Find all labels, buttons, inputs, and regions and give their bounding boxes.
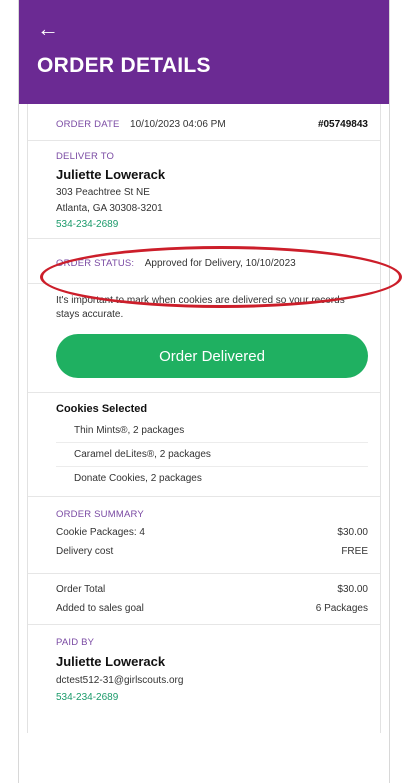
delivery-notice-text: It's important to mark when cookies are … [56,295,345,320]
summary-row-label: Delivery cost [56,546,114,557]
order-summary-section: ORDER SUMMARY Cookie Packages: 4 $30.00 … [56,497,368,573]
paid-by-section: PAID BY Juliette Lowerack dctest512-31@g… [56,625,368,733]
summary-row-label: Cookie Packages: 4 [56,527,145,538]
payer-email[interactable]: dctest512-31@girlscouts.org [56,675,368,686]
order-total-section: Order Total $30.00 Added to sales goal 6… [56,574,368,624]
page-title: ORDER DETAILS [37,54,211,77]
deliver-to-label: DELIVER TO [56,151,115,162]
app-header: ← ORDER DETAILS [19,0,389,104]
payer-name: Juliette Lowerack [56,654,166,669]
delivery-notice: It's important to mark when cookies are … [56,284,368,328]
phone-screen: ← ORDER DETAILS ORDER DATE 10/10/2023 04… [18,0,390,783]
order-total-row: Order Total $30.00 [56,584,368,595]
order-total-label: Order Total [56,584,106,595]
order-status-value: Approved for Delivery, 10/10/2023 [144,258,296,269]
recipient-name: Juliette Lowerack [56,167,166,182]
order-number: #05749843 [317,119,368,130]
order-date-label: ORDER DATE [56,119,120,130]
order-details-card: ORDER DATE 10/10/2023 04:06 PM #05749843… [27,104,381,733]
order-date-group: ORDER DATE 10/10/2023 04:06 PM [56,114,226,132]
summary-row: Cookie Packages: 4 $30.00 [56,527,368,538]
summary-row: Delivery cost FREE [56,546,368,557]
order-date-row: ORDER DATE 10/10/2023 04:06 PM #05749843 [56,104,368,140]
order-status-label: ORDER STATUS: [56,258,135,269]
recipient-phone-link[interactable]: 534-234-2689 [56,219,368,230]
cookies-selected-section: Cookies Selected Thin Mints®, 2 packages… [56,393,368,496]
order-date-value: 10/10/2023 04:06 PM [130,119,226,130]
cookies-selected-heading: Cookies Selected [56,403,148,415]
address-line-2: Atlanta, GA 30308-3201 [56,203,163,214]
action-area: Order Delivered [56,328,368,392]
sales-goal-value: 6 Packages [315,603,368,614]
summary-row-value: FREE [341,546,368,557]
address-line-1: 303 Peachtree St NE [56,187,150,198]
sales-goal-label: Added to sales goal [56,603,144,614]
cookie-item: Caramel deLites®, 2 packages [56,443,368,467]
cookie-item: Thin Mints®, 2 packages [56,419,368,443]
paid-by-label: PAID BY [56,637,95,648]
order-delivered-button[interactable]: Order Delivered [56,334,368,378]
summary-row-value: $30.00 [337,527,368,538]
back-arrow-icon[interactable]: ← [37,18,61,42]
cookie-item: Donate Cookies, 2 packages [74,473,202,484]
order-total-value: $30.00 [337,584,368,595]
deliver-to-section: DELIVER TO Juliette Lowerack 303 Peachtr… [56,141,368,238]
payer-phone-link[interactable]: 534-234-2689 [56,692,368,703]
order-status-row: ORDER STATUS: Approved for Delivery, 10/… [56,239,368,283]
sales-goal-row: Added to sales goal 6 Packages [56,603,368,614]
order-summary-label: ORDER SUMMARY [56,509,144,520]
